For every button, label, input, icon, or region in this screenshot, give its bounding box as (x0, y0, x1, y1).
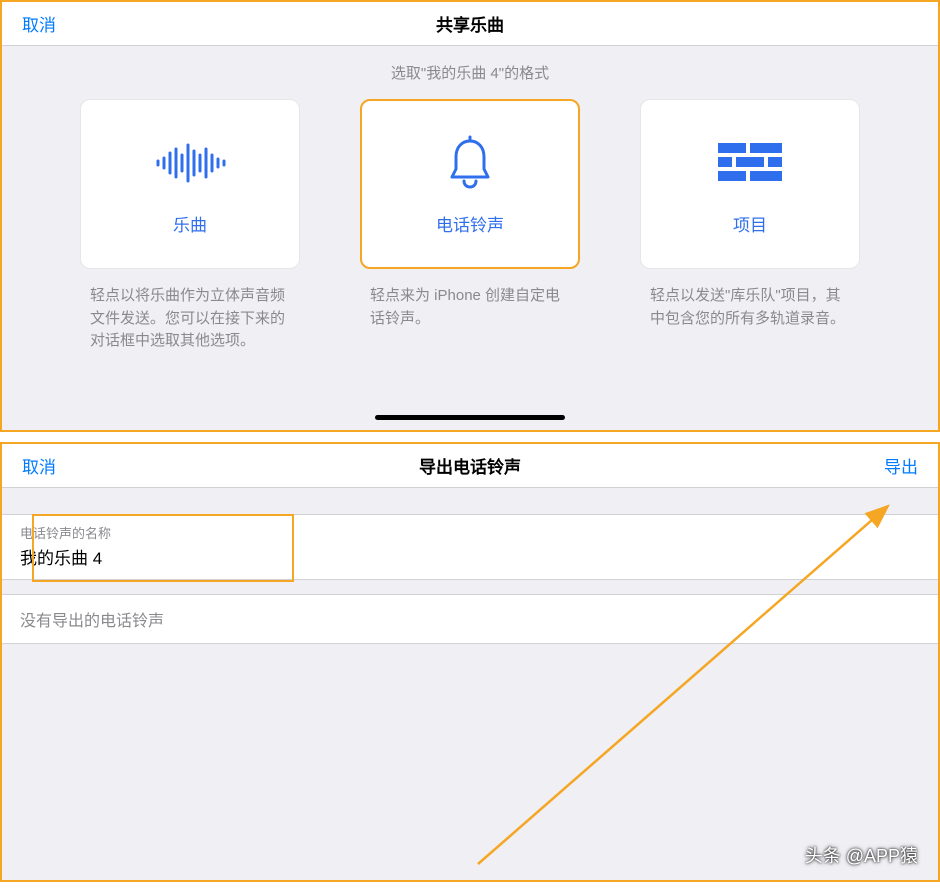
waveform-icon (154, 133, 226, 193)
cancel-button[interactable]: 取消 (22, 453, 142, 478)
share-song-panel: 取消 共享乐曲 选取"我的乐曲 4"的格式 (0, 0, 940, 432)
cancel-button[interactable]: 取消 (22, 11, 142, 36)
form-area: 电话铃声的名称 我的乐曲 4 没有导出的电话铃声 (2, 514, 938, 644)
format-subtitle: 选取"我的乐曲 4"的格式 (2, 46, 938, 91)
format-card-project[interactable]: 项目 (640, 99, 860, 269)
card-desc-song: 轻点以将乐曲作为立体声音频文件发送。您可以在接下来的对话框中选取其他选项。 (90, 285, 290, 353)
bricks-icon (714, 133, 786, 193)
card-column-song: 乐曲 轻点以将乐曲作为立体声音频文件发送。您可以在接下来的对话框中选取其他选项。 (80, 99, 300, 353)
format-card-song[interactable]: 乐曲 (80, 99, 300, 269)
format-cards: 乐曲 轻点以将乐曲作为立体声音频文件发送。您可以在接下来的对话框中选取其他选项。… (2, 91, 938, 353)
field-label: 电话铃声的名称 (20, 523, 920, 542)
card-label-project: 项目 (733, 211, 767, 236)
empty-hint: 没有导出的电话铃声 (2, 594, 938, 644)
bell-icon (434, 133, 506, 193)
export-button[interactable]: 导出 (798, 453, 918, 478)
card-desc-ringtone: 轻点来为 iPhone 创建自定电话铃声。 (370, 285, 570, 330)
card-label-ringtone: 电话铃声 (436, 211, 504, 236)
card-label-song: 乐曲 (173, 211, 207, 236)
navbar: 取消 导出电话铃声 导出 (2, 444, 938, 488)
export-ringtone-panel: 取消 导出电话铃声 导出 电话铃声的名称 我的乐曲 4 没有导出的电话铃声 头条… (0, 442, 940, 882)
card-column-ringtone: 电话铃声 轻点来为 iPhone 创建自定电话铃声。 (360, 99, 580, 353)
home-indicator (375, 415, 565, 420)
panel-title: 导出电话铃声 (142, 453, 798, 478)
format-card-ringtone[interactable]: 电话铃声 (360, 99, 580, 269)
field-value: 我的乐曲 4 (20, 544, 920, 569)
navbar: 取消 共享乐曲 (2, 2, 938, 46)
card-column-project: 项目 轻点以发送"库乐队"项目，其中包含您的所有多轨道录音。 (640, 99, 860, 353)
panel-title: 共享乐曲 (142, 11, 798, 36)
ringtone-name-field[interactable]: 电话铃声的名称 我的乐曲 4 (2, 514, 938, 580)
watermark: 头条 @APP猿 (805, 842, 918, 868)
card-desc-project: 轻点以发送"库乐队"项目，其中包含您的所有多轨道录音。 (650, 285, 850, 330)
